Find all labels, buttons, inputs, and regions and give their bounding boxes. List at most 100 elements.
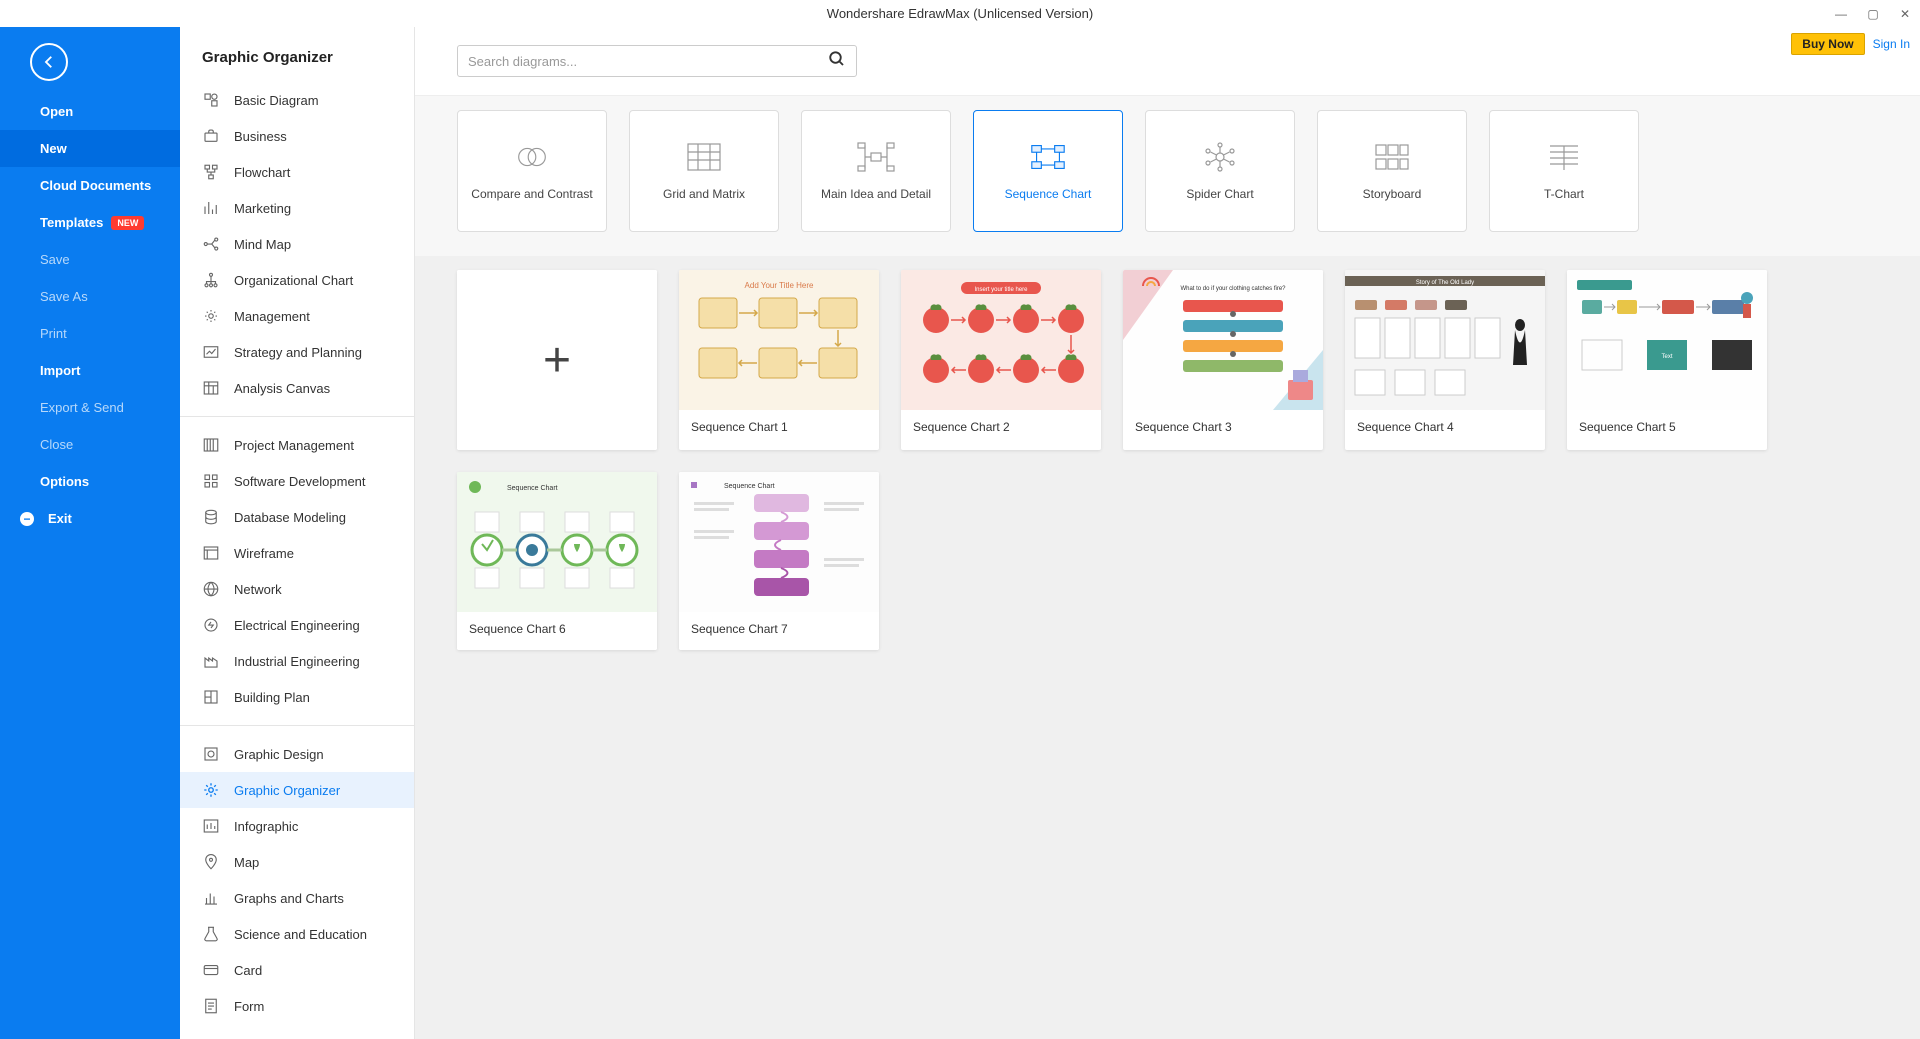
wire-icon [202,544,220,562]
sidebar-item-exit[interactable]: −Exit [0,500,180,537]
sidebar-item-options[interactable]: Options [0,463,180,500]
category-item-label: Science and Education [234,927,367,942]
template-card-3[interactable]: What to do if your clothing catches fire… [1123,270,1323,450]
category-item-graphic-design[interactable]: Graphic Design [180,736,414,772]
category-item-analysis-canvas[interactable]: Analysis Canvas [180,370,414,406]
sidebar-item-open[interactable]: Open [0,93,180,130]
sidebar-item-save[interactable]: Save [0,241,180,278]
software-icon [202,472,220,490]
template-card-4[interactable]: Story of The Old LadySequence Chart 4 [1345,270,1545,450]
sidebar-item-label: Save [40,252,70,267]
chart-type-grid-and-matrix[interactable]: Grid and Matrix [629,110,779,232]
buy-now-button[interactable]: Buy Now [1791,33,1864,55]
category-item-organizational-chart[interactable]: Organizational Chart [180,262,414,298]
sidebar-item-label: Export & Send [40,400,124,415]
category-item-label: Management [234,309,310,324]
app-title: Wondershare EdrawMax (Unlicensed Version… [827,6,1093,21]
sign-in-link[interactable]: Sign In [1873,37,1910,51]
sidebar-item-label: Open [40,104,73,119]
sidebar-item-templates[interactable]: TemplatesNEW [0,204,180,241]
basic-icon [202,91,220,109]
search-box[interactable] [457,45,857,77]
new-badge: NEW [111,216,144,230]
category-item-label: Form [234,999,264,1014]
sidebar-item-print[interactable]: Print [0,315,180,352]
category-item-database-modeling[interactable]: Database Modeling [180,499,414,535]
search-icon[interactable] [828,50,846,73]
minimize-icon[interactable]: — [1834,7,1848,21]
template-card-2[interactable]: Insert your title hereSequence Chart 2 [901,270,1101,450]
category-item-science-and-education[interactable]: Science and Education [180,916,414,952]
left-sidebar: Open New Cloud Documents TemplatesNEW Save Sa… [0,27,180,1039]
sidebar-item-new[interactable]: New [0,130,180,167]
chart-type-sequence-chart[interactable]: Sequence Chart [973,110,1123,232]
project-icon [202,436,220,454]
marketing-icon [202,199,220,217]
chart-type-spider-chart[interactable]: Spider Chart [1145,110,1295,232]
sidebar-item-save-as[interactable]: Save As [0,278,180,315]
template-card-6[interactable]: Sequence ChartSequence Chart 6 [457,472,657,650]
close-icon[interactable]: ✕ [1898,7,1912,21]
template-card-7[interactable]: Sequence ChartSequence Chart 7 [679,472,879,650]
chart-types-bar: Compare and ContrastGrid and MatrixMain … [415,95,1920,256]
chart-type-label: Sequence Chart [1005,187,1092,203]
maximize-icon[interactable]: ▢ [1866,7,1880,21]
mindmap-icon [202,235,220,253]
templates-grid: +Add Your Title HereSequence Chart 1Inse… [415,256,1920,1039]
category-sidebar: Graphic Organizer Basic Diagram Business F… [180,27,415,1039]
category-item-label: Business [234,129,287,144]
template-card-1[interactable]: Add Your Title HereSequence Chart 1 [679,270,879,450]
info-icon [202,817,220,835]
svg-text:Insert your title here: Insert your title here [974,287,1028,293]
sidebar-item-export-send[interactable]: Export & Send [0,389,180,426]
chart-type-label: T-Chart [1544,187,1584,203]
category-item-mind-map[interactable]: Mind Map [180,226,414,262]
elec-icon [202,616,220,634]
category-item-building-plan[interactable]: Building Plan [180,679,414,715]
category-item-basic-diagram[interactable]: Basic Diagram [180,82,414,118]
template-card-5[interactable]: TextSequence Chart 5 [1567,270,1767,450]
sidebar-item-label: Cloud Documents [40,178,151,193]
category-item-map[interactable]: Map [180,844,414,880]
category-item-graphs-and-charts[interactable]: Graphs and Charts [180,880,414,916]
template-thumb: Insert your title here [901,270,1101,410]
category-item-industrial-engineering[interactable]: Industrial Engineering [180,643,414,679]
category-item-infographic[interactable]: Infographic [180,808,414,844]
chart-type-label: Storyboard [1363,187,1422,203]
design-icon [202,745,220,763]
category-item-form[interactable]: Form [180,988,414,1024]
template-blank[interactable]: + [457,270,657,450]
category-item-strategy-and-planning[interactable]: Strategy and Planning [180,334,414,370]
template-label: Sequence Chart 4 [1345,410,1545,448]
search-input[interactable] [468,54,828,69]
chart-type-t-chart[interactable]: T-Chart [1489,110,1639,232]
chart-type-storyboard[interactable]: Storyboard [1317,110,1467,232]
sidebar-item-cloud-documents[interactable]: Cloud Documents [0,167,180,204]
category-item-electrical-engineering[interactable]: Electrical Engineering [180,607,414,643]
form-icon [202,997,220,1015]
sidebar-item-close[interactable]: Close [0,426,180,463]
category-item-business[interactable]: Business [180,118,414,154]
category-item-label: Organizational Chart [234,273,353,288]
category-item-marketing[interactable]: Marketing [180,190,414,226]
chart-type-main-idea-and-detail[interactable]: Main Idea and Detail [801,110,951,232]
category-item-label: Flowchart [234,165,290,180]
category-item-flowchart[interactable]: Flowchart [180,154,414,190]
category-item-network[interactable]: Network [180,571,414,607]
category-item-wireframe[interactable]: Wireframe [180,535,414,571]
category-item-project-management[interactable]: Project Management [180,427,414,463]
category-item-management[interactable]: Management [180,298,414,334]
window-controls: — ▢ ✕ [1834,0,1912,27]
svg-text:What to do if your clothing ca: What to do if your clothing catches fire… [1180,286,1286,292]
svg-text:Sequence Chart: Sequence Chart [507,485,558,492]
category-item-label: Graphic Organizer [234,783,340,798]
category-item-card[interactable]: Card [180,952,414,988]
chart-type-compare-and-contrast[interactable]: Compare and Contrast [457,110,607,232]
science-icon [202,925,220,943]
category-item-software-development[interactable]: Software Development [180,463,414,499]
sidebar-item-label: New [40,141,67,156]
back-button[interactable] [30,43,68,81]
divider [180,416,414,417]
sidebar-item-import[interactable]: Import [0,352,180,389]
category-item-graphic-organizer[interactable]: Graphic Organizer [180,772,414,808]
